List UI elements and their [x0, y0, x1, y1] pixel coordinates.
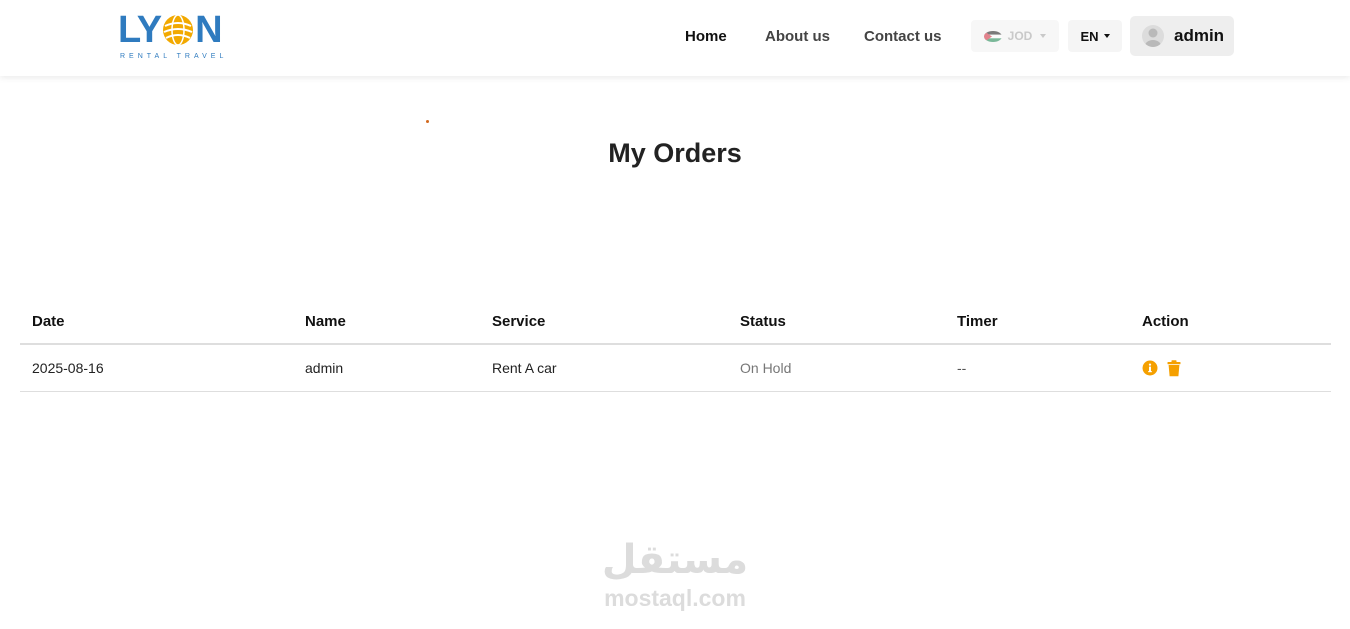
order-actions [1130, 344, 1331, 392]
user-avatar-icon [1142, 25, 1164, 47]
language-selector[interactable]: EN [1068, 20, 1122, 52]
order-name: admin [293, 344, 480, 392]
globe-icon [163, 14, 194, 46]
lyon-logo[interactable]: LY N RENTAL TRAVEL [118, 8, 223, 62]
user-menu[interactable]: admin [1130, 16, 1234, 56]
column-header-service: Service [480, 300, 728, 345]
orders-table: Date Name Service Status Timer Action 20… [20, 300, 1331, 392]
mostaql-watermark: مستقل mostaql.com [590, 535, 760, 620]
watermark-latin: mostaql.com [604, 585, 746, 611]
logo-wordmark: LY N [118, 8, 223, 51]
table-header-row: Date Name Service Status Timer Action [20, 300, 1331, 345]
logo-text-right: N [195, 8, 222, 51]
order-timer: -- [945, 344, 1130, 392]
nav-contact-us[interactable]: Contact us [864, 28, 942, 45]
jordan-flag-icon [983, 30, 1002, 42]
order-date: 2025-08-16 [20, 344, 293, 392]
chevron-down-icon [1103, 34, 1110, 38]
order-service: Rent A car [480, 344, 728, 392]
info-icon[interactable] [1142, 360, 1158, 376]
language-label: EN [1080, 28, 1099, 44]
logo-tagline: RENTAL TRAVEL [120, 53, 228, 60]
nav-home[interactable]: Home [685, 28, 727, 45]
page-title: My Orders [608, 138, 742, 168]
trash-icon[interactable] [1166, 360, 1182, 377]
currency-selector[interactable]: JOD [971, 20, 1059, 52]
column-header-timer: Timer [945, 300, 1130, 345]
logo-text-left: LY [118, 8, 162, 51]
currency-label: JOD [1007, 29, 1033, 43]
table-row: 2025-08-16 admin Rent A car On Hold -- [20, 344, 1331, 392]
column-header-action: Action [1130, 300, 1331, 345]
user-name: admin [1174, 26, 1225, 45]
chevron-down-icon [1040, 34, 1047, 38]
order-status: On Hold [728, 344, 945, 392]
column-header-status: Status [728, 300, 945, 345]
decorative-dot [426, 120, 429, 123]
watermark-arabic: مستقل [601, 538, 749, 582]
site-header: LY N RENTAL TRAVEL Home About us Contact… [0, 0, 1350, 76]
column-header-name: Name [293, 300, 480, 345]
column-header-date: Date [20, 300, 293, 345]
nav-about-us[interactable]: About us [765, 28, 830, 45]
